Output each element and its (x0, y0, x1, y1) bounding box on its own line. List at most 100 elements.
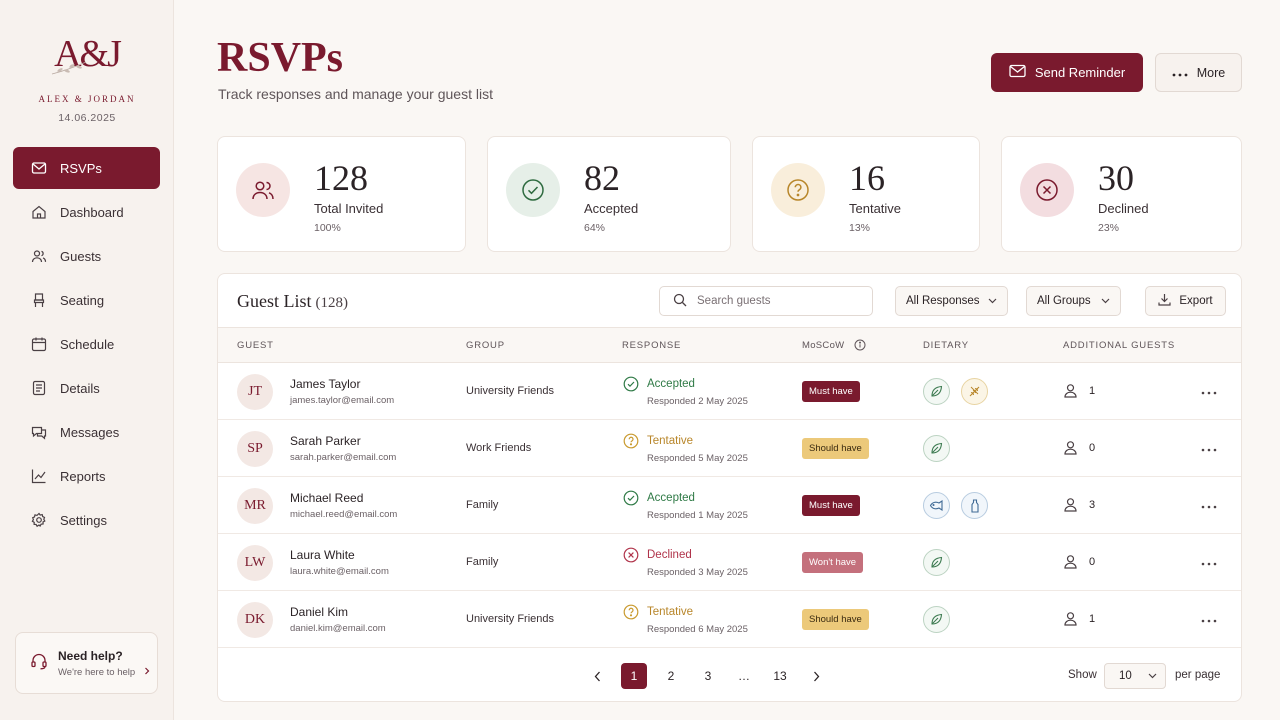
gear-icon (31, 512, 47, 528)
export-button[interactable]: Export (1145, 286, 1226, 316)
guest-email: laura.white@email.com (290, 566, 389, 577)
groups-filter-select[interactable]: All Groups (1026, 286, 1121, 316)
question-circle-icon (623, 604, 639, 625)
sidebar-item-details[interactable]: Details (13, 367, 160, 409)
row-menu-icon[interactable] (1201, 439, 1217, 457)
page-button-1[interactable]: 1 (621, 663, 647, 689)
headset-icon (30, 652, 48, 675)
page-title: RSVPs (217, 35, 344, 81)
row-menu-icon[interactable] (1201, 382, 1217, 400)
pagination: 1 2 3 … 13 Show 10 per page (218, 650, 1241, 701)
calendar-icon (31, 336, 47, 352)
x-circle-icon (623, 547, 639, 568)
search-field[interactable] (659, 286, 873, 316)
page-button-13[interactable]: 13 (767, 663, 793, 689)
response-status: Tentative (647, 435, 694, 447)
chart-icon (31, 468, 47, 484)
check-circle-icon (506, 163, 560, 217)
row-menu-icon[interactable] (1201, 553, 1217, 571)
search-input[interactable] (697, 295, 857, 307)
guest-group: University Friends (466, 613, 555, 625)
additional-guests-count: 1 (1089, 385, 1096, 397)
guest-email: daniel.kim@email.com (290, 623, 386, 634)
additional-guests-count: 1 (1089, 613, 1096, 625)
sidebar-item-schedule[interactable]: Schedule (13, 323, 160, 365)
show-label: Show (1068, 669, 1097, 681)
sidebar-item-seating[interactable]: Seating (13, 279, 160, 321)
sidebar-item-label: Messages (60, 424, 120, 440)
guest-list-panel: Guest List(128) All Responses All Groups… (217, 273, 1242, 702)
table-header: GUEST GROUP RESPONSE MoSCoW DIETARY ADDI… (218, 327, 1241, 363)
page-button-2[interactable]: 2 (658, 663, 684, 689)
sidebar-item-settings[interactable]: Settings (13, 499, 160, 541)
prev-page-button[interactable] (584, 663, 610, 689)
stat-card-declined: 30 Declined 23% (1001, 136, 1242, 252)
stat-card-total: 128 Total Invited 100% (217, 136, 466, 252)
more-button[interactable]: More (1155, 53, 1242, 92)
chevron-down-icon (988, 295, 997, 307)
avatar: DK (237, 602, 273, 638)
stat-value: 82 (584, 158, 620, 198)
additional-guests-count: 3 (1089, 499, 1096, 511)
olive-branch-icon (51, 61, 87, 75)
column-header-moscow: MoSCoW (802, 340, 845, 351)
sidebar-item-label: Settings (60, 512, 107, 528)
info-icon[interactable] (854, 339, 866, 354)
stat-label: Tentative (849, 201, 902, 216)
guest-group: Family (466, 499, 499, 511)
avatar: SP (237, 431, 273, 467)
person-icon (1063, 440, 1078, 460)
sidebar-item-reports[interactable]: Reports (13, 455, 160, 497)
table-row[interactable]: DK Daniel Kim daniel.kim@email.com Unive… (218, 591, 1241, 648)
row-menu-icon[interactable] (1201, 610, 1217, 628)
per-page-select[interactable]: 10 (1104, 663, 1166, 689)
person-icon (1063, 497, 1078, 517)
table-row[interactable]: MR Michael Reed michael.reed@email.com F… (218, 477, 1241, 534)
users-icon (31, 248, 47, 264)
bottle-icon (961, 492, 988, 519)
response-status: Accepted (647, 492, 695, 504)
avatar: LW (237, 545, 273, 581)
fish-icon (923, 492, 950, 519)
leaf-icon (923, 606, 950, 633)
moscow-badge: Should have (802, 438, 869, 459)
table-row[interactable]: LW Laura White laura.white@email.com Fam… (218, 534, 1241, 591)
guest-name: Laura White (290, 548, 355, 562)
table-row[interactable]: SP Sarah Parker sarah.parker@email.com W… (218, 420, 1241, 477)
row-menu-icon[interactable] (1201, 496, 1217, 514)
help-subtitle-text: We're here to help (58, 666, 136, 678)
response-date: Responded 3 May 2025 (647, 567, 748, 578)
sidebar-item-messages[interactable]: Messages (13, 411, 160, 453)
chevron-right-icon (144, 667, 150, 678)
table-row[interactable]: JT James Taylor james.taylor@email.com U… (218, 363, 1241, 420)
moscow-badge: Should have (802, 609, 869, 630)
sidebar-item-dashboard[interactable]: Dashboard (13, 191, 160, 233)
sidebar-item-label: Reports (60, 468, 106, 484)
guest-name: Michael Reed (290, 491, 364, 505)
leaf-icon (923, 549, 950, 576)
avatar: JT (237, 374, 273, 410)
document-icon (31, 380, 47, 396)
guest-name: Daniel Kim (290, 605, 349, 619)
stat-label: Declined (1098, 201, 1149, 216)
responses-filter-select[interactable]: All Responses (895, 286, 1008, 316)
stat-percent: 64% (584, 222, 606, 234)
page-button-3[interactable]: 3 (695, 663, 721, 689)
chair-icon (31, 292, 47, 308)
additional-guests-count: 0 (1089, 556, 1096, 568)
brand-names: ALEX & JORDAN (38, 94, 136, 104)
brand-monogram: A&J (0, 28, 174, 86)
sidebar-item-guests[interactable]: Guests (13, 235, 160, 277)
send-reminder-button[interactable]: Send Reminder (991, 53, 1143, 92)
sidebar-item-label: Schedule (60, 336, 115, 352)
x-circle-icon (1020, 163, 1074, 217)
additional-guests-count: 0 (1089, 442, 1096, 454)
help-card[interactable]: Need help? We're here to help (15, 632, 158, 694)
export-label: Export (1179, 295, 1213, 307)
stat-value: 30 (1098, 158, 1134, 198)
sidebar-item-rsvps[interactable]: RSVPs (13, 147, 160, 189)
response-date: Responded 6 May 2025 (647, 624, 748, 635)
chevron-left-icon (594, 671, 600, 681)
next-page-button[interactable] (803, 663, 829, 689)
groups-filter-value: All Groups (1037, 295, 1091, 307)
